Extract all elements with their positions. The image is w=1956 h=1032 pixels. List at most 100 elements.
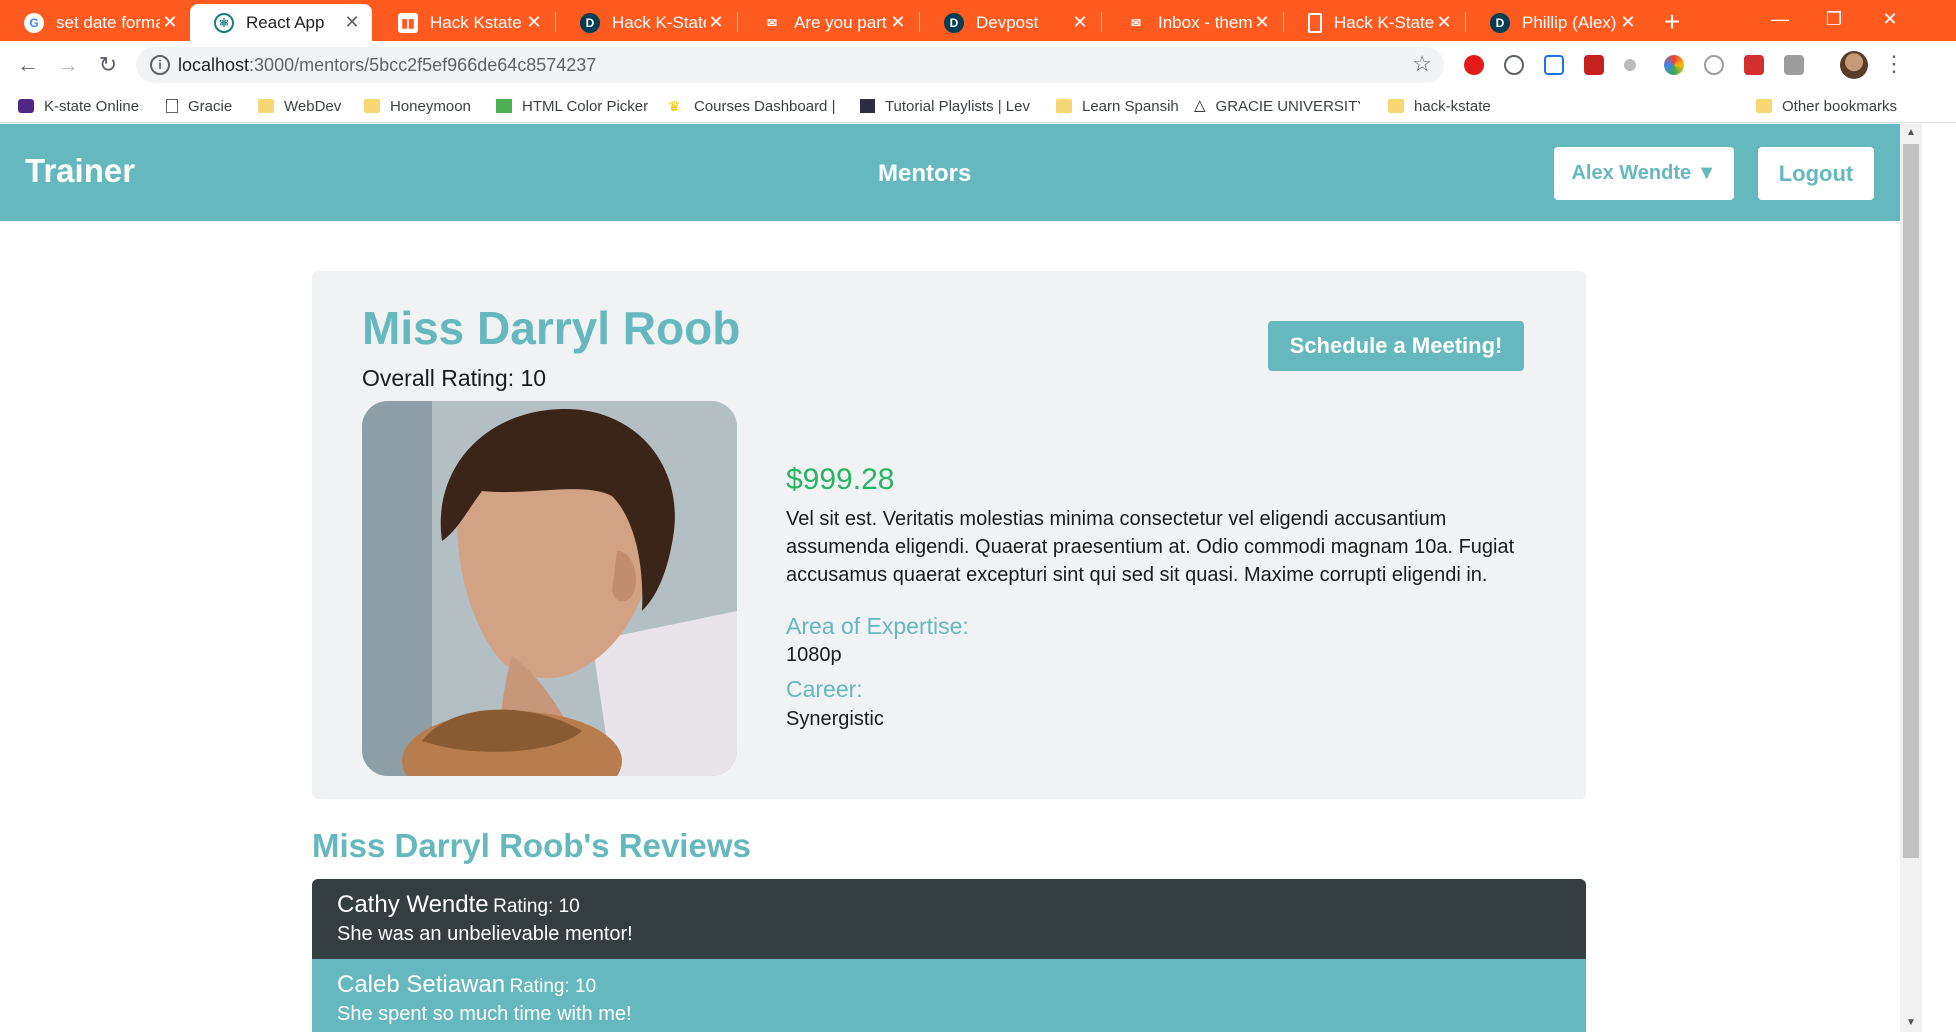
site-info-icon[interactable]: i: [150, 55, 170, 75]
page-scrollbar[interactable]: ▲ ▼: [1900, 124, 1922, 1032]
back-arrow-icon[interactable]: ←: [12, 49, 44, 81]
folder-icon: [364, 99, 380, 113]
forward-arrow-icon[interactable]: →: [52, 49, 84, 81]
reviewer-name: Cathy Wendte: [337, 891, 489, 918]
p-extension-icon[interactable]: [1784, 55, 1804, 75]
circle-extension-icon[interactable]: [1704, 55, 1724, 75]
grid-extension-icon[interactable]: [1584, 55, 1604, 75]
browser-tab[interactable]: ▮▮ Hack Kstate 20 ✕: [374, 4, 554, 41]
close-tab-icon[interactable]: ✕: [888, 12, 908, 33]
gmail-icon: ✉: [1130, 15, 1142, 30]
kstate-icon: [18, 99, 34, 113]
bookmark-item[interactable]: Honeymoon: [364, 95, 471, 117]
devpost-icon: D: [944, 12, 964, 33]
url-text[interactable]: localhost:3000/mentors/5bcc2f5ef966de64c…: [178, 55, 596, 76]
shield-extension-icon[interactable]: [1544, 55, 1564, 75]
minimize-window-button[interactable]: —: [1752, 0, 1808, 40]
devpost-icon: D: [580, 12, 600, 33]
close-tab-icon[interactable]: ✕: [160, 12, 180, 33]
overall-rating: Overall Rating: 10: [362, 365, 547, 391]
browser-tab-strip: G set date format ✕ ⚛ React App ✕ ▮▮ Hac…: [0, 0, 1956, 41]
level-up-icon: [860, 99, 875, 113]
review-rating: Rating: 10: [493, 896, 580, 917]
close-tab-icon[interactable]: ✕: [1070, 12, 1090, 33]
browser-tab[interactable]: D Hack K-State 20 ✕: [556, 4, 736, 41]
url-path: :3000/mentors/5bcc2f5ef966de64c8574237: [249, 55, 597, 75]
schedule-meeting-button[interactable]: Schedule a Meeting!: [1268, 321, 1524, 371]
bookmark-star-icon[interactable]: ☆: [1412, 51, 1432, 77]
expertise-label: Area of Expertise:: [786, 613, 969, 639]
gmail-icon: ✉: [766, 15, 778, 30]
trello-icon: ▮▮: [398, 12, 418, 33]
devpost-icon: D: [1490, 12, 1510, 33]
mentor-price: $999.28: [786, 463, 895, 496]
review-text: She spent so much time with me!: [337, 1003, 632, 1025]
browser-tab[interactable]: D Phillip (Alex) W ✕: [1466, 4, 1648, 41]
close-tab-icon[interactable]: ✕: [706, 12, 726, 33]
bookmark-item[interactable]: Learn Spansih: [1056, 95, 1179, 117]
career-value: Synergistic: [786, 708, 884, 730]
cors-extension-icon[interactable]: [1744, 55, 1764, 75]
dot-extension-icon[interactable]: [1624, 59, 1636, 71]
mentor-photo-image: [362, 401, 737, 776]
browser-toolbar: ← → ↻ i localhost:3000/mentors/5bcc2f5ef…: [0, 41, 1956, 89]
scroll-up-arrow-icon[interactable]: ▲: [1900, 124, 1922, 142]
folder-icon: [258, 99, 274, 113]
review-item: Cathy Wendte Rating: 10 She was an unbel…: [312, 879, 1586, 959]
close-tab-icon[interactable]: ✕: [524, 12, 544, 33]
user-menu-button[interactable]: Alex Wendte ▼: [1554, 147, 1734, 200]
bookmark-item[interactable]: HTML Color Picker: [496, 95, 648, 117]
scroll-down-arrow-icon[interactable]: ▼: [1900, 1014, 1922, 1032]
bookmark-item[interactable]: Gracie: [166, 95, 232, 117]
browser-tab[interactable]: ✉ Inbox - themos ✕: [1102, 4, 1282, 41]
nav-mentors-link[interactable]: Mentors: [878, 160, 971, 188]
restore-window-button[interactable]: ❐: [1806, 0, 1862, 40]
bookmark-item[interactable]: hack-kstate: [1388, 95, 1491, 117]
new-tab-button[interactable]: +: [1656, 6, 1688, 38]
mentor-profile-card: Miss Darryl Roob Overall Rating: 10 Sche…: [312, 271, 1586, 799]
browser-tab[interactable]: Hack K-State 20 ✕: [1284, 4, 1464, 41]
mentor-bio: Vel sit est. Veritatis molestias minima …: [786, 508, 1515, 586]
close-tab-icon[interactable]: ✕: [1618, 12, 1638, 33]
google-g-icon: G: [24, 12, 44, 33]
bookmark-item[interactable]: △ GRACIE UNIVERSITY:: [1194, 95, 1360, 117]
reviewer-name: Caleb Setiawan: [337, 971, 506, 998]
brand-logo[interactable]: Trainer: [25, 152, 135, 190]
recycle-extension-icon[interactable]: [1504, 55, 1524, 75]
folder-icon: [1056, 99, 1072, 113]
mentor-name: Miss Darryl Roob: [362, 302, 741, 354]
opera-extension-icon[interactable]: [1464, 55, 1484, 75]
other-bookmarks[interactable]: Other bookmarks: [1756, 95, 1897, 117]
browser-tab[interactable]: D Devpost ✕: [920, 4, 1100, 41]
browser-tab[interactable]: ✉ Are you part of ✕: [738, 4, 918, 41]
profile-avatar[interactable]: [1840, 51, 1868, 79]
close-tab-icon[interactable]: ✕: [1252, 12, 1272, 33]
bookmark-item[interactable]: ♛ Courses Dashboard |: [668, 95, 835, 117]
close-tab-icon[interactable]: ✕: [342, 12, 362, 33]
browser-tab-active[interactable]: ⚛ React App ✕: [190, 4, 372, 41]
url-host: localhost: [178, 55, 250, 75]
close-window-button[interactable]: ✕: [1862, 0, 1918, 40]
browser-tab[interactable]: G set date format ✕: [0, 4, 190, 41]
review-rating: Rating: 10: [509, 976, 597, 997]
triangle-icon: △: [1194, 97, 1206, 114]
reload-icon[interactable]: ↻: [92, 49, 124, 81]
bookmark-item[interactable]: Tutorial Playlists | Lev: [860, 95, 1030, 117]
scrollbar-thumb[interactable]: [1903, 144, 1919, 858]
app-navbar: Trainer Mentors Alex Wendte ▼ Logout: [0, 124, 1900, 221]
bookmark-item[interactable]: K-state Online: [18, 95, 139, 117]
color-wheel-extension-icon[interactable]: [1664, 55, 1684, 75]
logout-button[interactable]: Logout: [1758, 147, 1874, 200]
reviews-heading: Miss Darryl Roob's Reviews: [312, 827, 751, 864]
bookmark-item[interactable]: WebDev: [258, 95, 341, 117]
career-label: Career:: [786, 676, 863, 702]
folder-icon: [1756, 99, 1772, 113]
page-icon: [166, 99, 178, 113]
address-bar[interactable]: i localhost:3000/mentors/5bcc2f5ef966de6…: [136, 47, 1444, 83]
crown-icon: ♛: [668, 98, 681, 114]
close-tab-icon[interactable]: ✕: [1434, 12, 1454, 33]
browser-menu-icon[interactable]: ⋮: [1882, 49, 1906, 81]
google-doc-icon: [1308, 12, 1322, 33]
page-viewport: Trainer Mentors Alex Wendte ▼ Logout Mis…: [0, 124, 1900, 1032]
review-item: Caleb Setiawan Rating: 10 She spent so m…: [312, 959, 1586, 1032]
